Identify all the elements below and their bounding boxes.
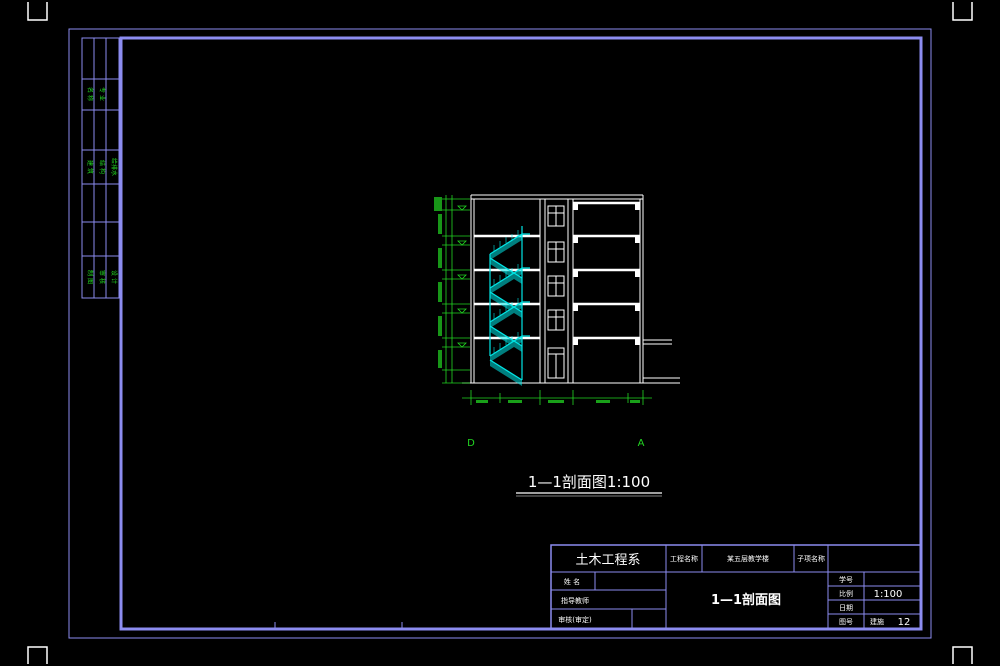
date-label: 日期 bbox=[839, 604, 853, 612]
sheet-label: 图号 bbox=[839, 618, 853, 626]
strip-label-7: 制 图 bbox=[86, 270, 94, 284]
cad-drawing-canvas: 专 业 名 称 建 筑 结 构 给排水 设 计 制 图 审 核 D A 1—1剖… bbox=[27, 2, 973, 664]
strip-label-3: 建 筑 bbox=[86, 160, 94, 174]
strip-label-6: 设 计 bbox=[110, 270, 118, 284]
section-title: 1—1剖面图1:100 bbox=[528, 473, 650, 491]
name-label: 姓 名 bbox=[564, 577, 580, 586]
axis-label-a: A bbox=[638, 438, 645, 449]
strip-label-2: 名 称 bbox=[86, 87, 94, 101]
reviewer-label: 审核(审定) bbox=[558, 615, 592, 624]
strip-label-4: 结 构 bbox=[98, 160, 106, 174]
title-block: 土木工程系 工程名称 某五层教学楼 子项名称 姓 名 指导教师 审核(审定) 1… bbox=[550, 544, 922, 630]
side-strip: 专 业 名 称 建 筑 结 构 给排水 设 计 制 图 审 核 bbox=[81, 37, 120, 299]
advisor-label: 指导教师 bbox=[561, 596, 589, 605]
sheet-type: 建施 bbox=[870, 617, 884, 626]
scale-value: 1:100 bbox=[874, 589, 903, 600]
project-label: 工程名称 bbox=[670, 554, 698, 563]
scale-label: 比例 bbox=[839, 589, 853, 598]
strip-label-5: 给排水 bbox=[110, 158, 118, 176]
axis-label-d: D bbox=[467, 438, 475, 449]
sheet-number: 12 bbox=[898, 617, 911, 628]
project-name: 某五层教学楼 bbox=[727, 554, 769, 563]
vertical-dimensions bbox=[442, 195, 470, 384]
strip-label-8: 审 核 bbox=[98, 270, 106, 284]
number-label: 学号 bbox=[839, 575, 853, 584]
strip-label-1: 专 业 bbox=[98, 87, 106, 101]
subitem-label: 子项名称 bbox=[797, 554, 825, 563]
drawing-title: 1—1剖面图 bbox=[711, 592, 781, 608]
section-drawing: D A 1—1剖面图1:100 bbox=[434, 194, 680, 497]
inner-frame bbox=[119, 36, 923, 631]
department-name: 土木工程系 bbox=[575, 553, 640, 568]
